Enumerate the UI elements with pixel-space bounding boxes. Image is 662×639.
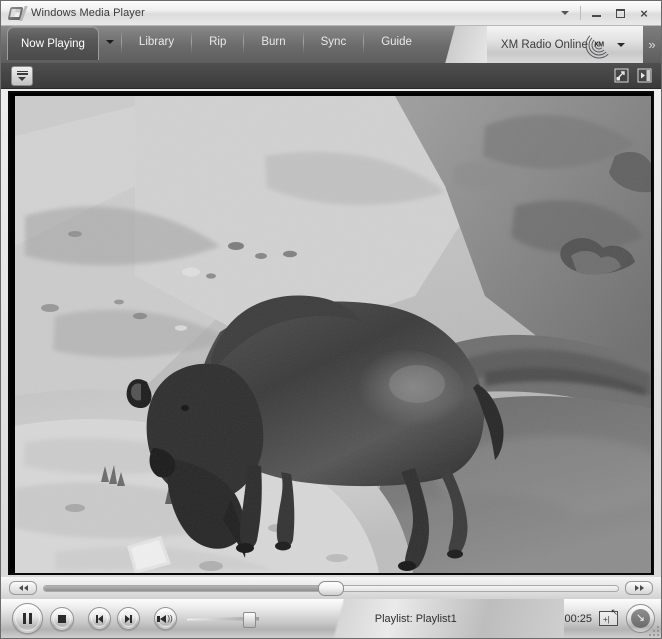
tab-now-playing[interactable]: Now Playing xyxy=(7,26,99,60)
show-playlist-pane-icon[interactable] xyxy=(636,67,653,84)
tab-overflow-double-chevron-right-icon[interactable]: » xyxy=(643,26,661,63)
seek-slider[interactable] xyxy=(43,580,619,596)
rewind-icon[interactable] xyxy=(9,581,37,595)
tab-library[interactable]: Library xyxy=(122,26,191,58)
close-icon: × xyxy=(640,5,648,21)
fast-forward-icon[interactable] xyxy=(625,581,653,595)
pause-icon xyxy=(23,613,32,624)
elapsed-time: 00:25 xyxy=(564,612,592,625)
volume-slider[interactable] xyxy=(187,608,267,630)
tab-guide-label: Guide xyxy=(381,36,412,48)
menu-list-dropdown-icon[interactable] xyxy=(11,65,33,86)
overflow-glyph: » xyxy=(648,37,656,52)
now-playing-dropdown-chevron-down-icon[interactable] xyxy=(99,26,121,58)
tab-rip-label: Rip xyxy=(209,36,227,48)
tab-library-label: Library xyxy=(138,36,175,48)
tab-sync-label: Sync xyxy=(320,36,347,48)
window-controls-divider xyxy=(580,6,581,20)
video-display-frame xyxy=(8,91,654,575)
full-screen-icon[interactable] xyxy=(613,67,630,84)
seek-bar-row xyxy=(1,577,661,599)
stop-button[interactable] xyxy=(50,606,74,631)
window-controls: × xyxy=(553,1,656,25)
xm-logo-text: XM xyxy=(594,41,604,48)
online-store-chevron-down-icon[interactable] xyxy=(612,26,630,63)
playback-control-bar: )) Playlist: Playlist1 00:25 +| ↖ ↘ xyxy=(1,599,661,638)
previous-track-icon xyxy=(96,614,103,623)
tab-burn-label: Burn xyxy=(261,36,286,48)
status-text: Playlist: Playlist1 xyxy=(374,612,457,625)
seek-thumb[interactable] xyxy=(318,580,344,596)
next-track-icon xyxy=(125,614,132,623)
window-menu-chevron-icon[interactable] xyxy=(553,2,577,24)
now-playing-toolbar xyxy=(1,63,661,89)
minimize-button[interactable] xyxy=(584,2,608,24)
toolbar-right-buttons xyxy=(613,67,653,84)
wmp-logo-icon xyxy=(7,5,28,21)
next-button[interactable] xyxy=(117,607,140,630)
tab-guide[interactable]: Guide xyxy=(364,26,429,58)
seek-progress-fill xyxy=(44,585,330,591)
pause-button[interactable] xyxy=(12,603,43,634)
xm-radio-waves-icon: XM xyxy=(585,30,613,60)
switch-to-compact-mode-icon[interactable]: +| ↖ xyxy=(599,608,618,626)
mute-button[interactable]: )) xyxy=(154,607,177,630)
online-store-button[interactable]: XM Radio Online XM xyxy=(486,26,643,63)
windows-media-player-window: Windows Media Player × Now Playing Libra… xyxy=(0,0,662,639)
right-control-cluster: 00:25 +| ↖ ↘ xyxy=(564,599,655,638)
status-area: Playlist: Playlist1 xyxy=(267,599,565,638)
tab-strip: Now Playing Library Rip Burn Sync Guide … xyxy=(1,26,661,63)
tab-now-playing-label: Now Playing xyxy=(21,37,85,50)
video-frame-content xyxy=(15,96,651,573)
stop-icon xyxy=(58,614,66,623)
tab-sync[interactable]: Sync xyxy=(304,26,364,58)
tab-burn[interactable]: Burn xyxy=(244,26,302,58)
window-title: Windows Media Player xyxy=(31,7,145,19)
volume-thumb[interactable] xyxy=(243,611,257,628)
tab-strip-slant-decoration xyxy=(428,26,487,63)
now-playing-video[interactable] xyxy=(15,96,651,573)
maximize-button[interactable] xyxy=(608,2,632,24)
volume-speaker-icon: )) xyxy=(157,614,173,623)
online-store-label: XM Radio Online xyxy=(500,38,588,51)
close-button[interactable]: × xyxy=(632,2,656,24)
title-bar: Windows Media Player × xyxy=(1,1,661,26)
resize-grip-icon[interactable] xyxy=(647,624,659,636)
tab-rip[interactable]: Rip xyxy=(192,26,243,58)
previous-button[interactable] xyxy=(88,607,111,630)
